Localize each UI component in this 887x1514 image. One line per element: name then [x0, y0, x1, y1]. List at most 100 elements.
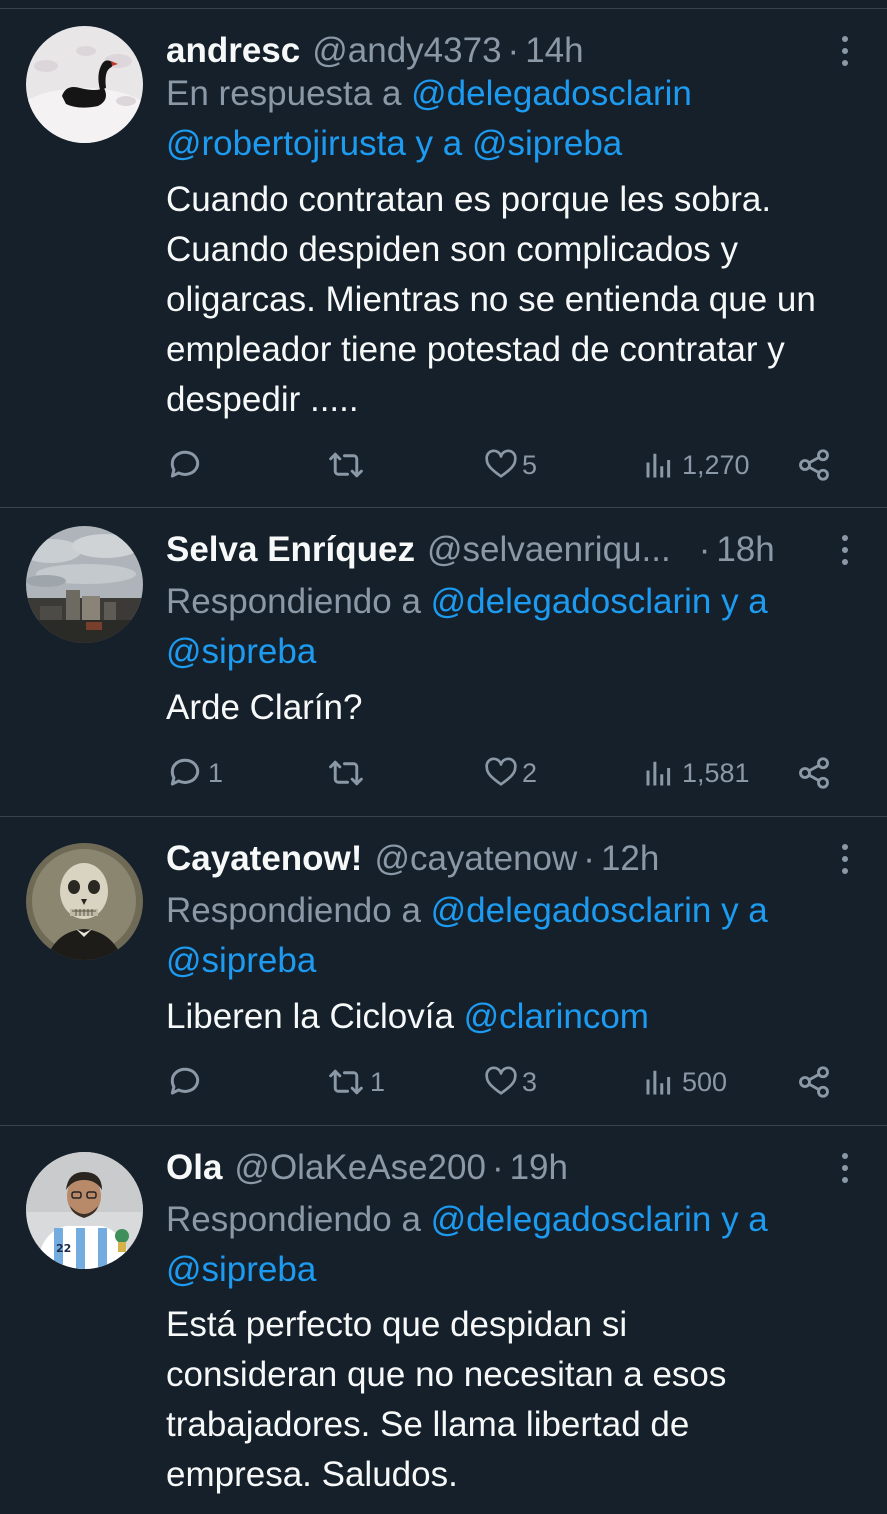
user-handle[interactable]: @cayatenow	[374, 835, 577, 883]
views-icon	[646, 1070, 671, 1095]
reply-button[interactable]	[166, 443, 208, 487]
avatar[interactable]	[26, 26, 143, 143]
mention-link[interactable]: @clarincom	[464, 997, 649, 1036]
like-icon	[485, 757, 517, 786]
reply-button[interactable]: 1	[166, 751, 223, 795]
views-icon	[646, 453, 671, 478]
reply-context: Respondiendo a @delegadosclarin y a @sipr…	[166, 886, 856, 986]
views-button[interactable]: 1,270	[644, 443, 750, 487]
timestamp[interactable]: 14h	[525, 27, 583, 75]
repost-button[interactable]	[326, 443, 370, 487]
separator-dot: ·	[507, 31, 520, 70]
tweet-text-body: Liberen la Ciclovía	[166, 997, 464, 1036]
timestamp[interactable]: 18h	[716, 526, 774, 574]
repost-button[interactable]	[326, 751, 370, 795]
user-handle[interactable]: @selvaenriqu...	[427, 526, 671, 574]
share-icon	[799, 757, 829, 789]
reply-icon	[170, 758, 200, 786]
display-name[interactable]: Cayatenow!	[166, 835, 362, 883]
views-count: 1,270	[682, 449, 750, 480]
share-icon	[799, 1066, 829, 1098]
tweet-text: Cuando contratan es porque les sobra. Cu…	[166, 180, 816, 419]
share-icon	[799, 449, 829, 481]
repost-button[interactable]: 1	[326, 1060, 385, 1104]
user-handle[interactable]: @andy4373	[312, 27, 501, 75]
repost-icon	[329, 1069, 363, 1095]
tweet-header: Ola @OlaKeAse200 · 19h	[166, 1144, 568, 1192]
tweet-cayatenow[interactable]: Cayatenow! @cayatenow · 12h Respondiendo…	[0, 817, 887, 1126]
city-sky-avatar-image	[26, 526, 143, 643]
like-count: 3	[522, 1066, 538, 1097]
views-button[interactable]: 1,581	[644, 751, 750, 795]
mention-link[interactable]: @sipreba	[166, 941, 316, 980]
reply-join: y a	[711, 891, 768, 930]
tweet-header: Cayatenow! @cayatenow · 12h	[166, 835, 659, 883]
timestamp[interactable]: 19h	[510, 1144, 568, 1192]
more-icon[interactable]	[833, 532, 857, 568]
tweet-header: Selva Enríquez @selvaenriqu... · 18h	[166, 526, 775, 574]
display-name[interactable]: andresc	[166, 27, 300, 75]
reply-join: y a	[711, 582, 768, 621]
reply-prefix: Respondiendo a	[166, 582, 431, 621]
like-button[interactable]: 2	[484, 751, 537, 795]
more-icon[interactable]	[833, 1150, 857, 1186]
share-button[interactable]	[796, 443, 832, 487]
reply-count: 1	[208, 757, 224, 788]
more-icon[interactable]	[833, 841, 857, 877]
like-button[interactable]: 3	[484, 1060, 537, 1104]
tweet-andresc[interactable]: andresc @andy4373 · 14h En respuesta a @…	[0, 9, 887, 508]
user-handle[interactable]: @OlaKeAse200	[234, 1144, 486, 1192]
mention-link[interactable]: @delegadosclarin	[431, 582, 712, 621]
like-button[interactable]: 5	[484, 443, 537, 487]
views-button[interactable]: 500	[644, 1060, 727, 1104]
mention-link[interactable]: @sipreba	[166, 632, 316, 671]
share-button[interactable]	[796, 1060, 832, 1104]
reply-prefix: En respuesta a	[166, 74, 412, 113]
reply-join: y a	[405, 124, 472, 163]
display-name[interactable]: Ola	[166, 1144, 222, 1192]
mention-link[interactable]: @robertojirusta	[166, 124, 406, 163]
reply-context: Respondiendo a @delegadosclarin y a @sipr…	[166, 577, 856, 677]
tweet-text: Arde Clarín?	[166, 688, 363, 727]
share-button[interactable]	[796, 751, 832, 795]
reply-context: Respondiendo a @delegadosclarin y a @sipr…	[166, 1195, 856, 1295]
reply-prefix: Respondiendo a	[166, 1200, 431, 1239]
like-icon	[485, 1066, 517, 1095]
separator-dot: ·	[583, 839, 595, 878]
separator-dot: ·	[698, 530, 711, 569]
reply-join: y a	[711, 1200, 768, 1239]
reply-button[interactable]	[166, 1060, 208, 1104]
repost-icon	[329, 760, 363, 786]
mention-link[interactable]: @sipreba	[166, 1250, 316, 1289]
black-swan-avatar-image	[26, 26, 143, 143]
reply-icon	[170, 450, 200, 478]
timestamp[interactable]: 12h	[601, 835, 659, 883]
reply-icon	[170, 1067, 200, 1095]
like-icon	[485, 449, 517, 478]
separator-dot: ·	[491, 1148, 504, 1187]
more-icon[interactable]	[833, 33, 857, 69]
action-bar: 1 3 500	[166, 1060, 856, 1104]
action-bar: 1 2 1,581	[166, 751, 856, 795]
avatar[interactable]	[26, 843, 143, 960]
skeleton-avatar-image	[26, 843, 143, 960]
avatar[interactable]	[26, 526, 143, 643]
reply-context: En respuesta a @delegadosclarin @robertoj…	[166, 69, 856, 169]
like-count: 2	[522, 757, 538, 788]
tweet-text: Está perfecto que despidan si consideran…	[166, 1305, 727, 1494]
action-bar: 5 1,270	[166, 443, 856, 487]
display-name[interactable]: Selva Enríquez	[166, 526, 415, 574]
reply-prefix: Respondiendo a	[166, 891, 431, 930]
tweet-text: Liberen la Ciclovía @clarincom	[166, 992, 856, 1042]
mention-link[interactable]: @sipreba	[472, 124, 622, 163]
svg-text:22: 22	[56, 1242, 71, 1255]
tweet-selva-enriquez[interactable]: Selva Enríquez @selvaenriqu... · 18h Res…	[0, 508, 887, 817]
avatar[interactable]: 22	[26, 1152, 143, 1269]
views-icon	[646, 761, 671, 786]
mention-link[interactable]: @delegadosclarin	[431, 891, 712, 930]
mention-link[interactable]: @delegadosclarin	[411, 74, 692, 113]
views-count: 500	[682, 1066, 728, 1097]
mention-link[interactable]: @delegadosclarin	[431, 1200, 712, 1239]
views-count: 1,581	[682, 757, 750, 788]
tweet-ola[interactable]: 22 Ola @OlaKeAse200 · 19h Respondiendo a…	[0, 1126, 887, 1514]
